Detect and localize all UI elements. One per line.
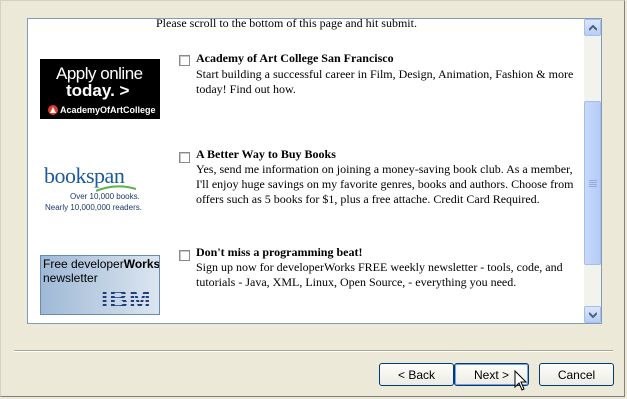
- offer-checkbox[interactable]: [179, 152, 190, 163]
- logo-text: today. >: [66, 81, 130, 100]
- developerworks-logo: Free developerWorks newsletter IBM: [40, 255, 160, 315]
- offer-description: Yes, send me information on joining a mo…: [196, 162, 574, 206]
- scroll-thumb[interactable]: [584, 101, 601, 265]
- logo-text: Free developer: [43, 257, 124, 271]
- cancel-button[interactable]: Cancel: [539, 363, 614, 386]
- logo-text: AcademyOfArtCollege: [60, 105, 156, 115]
- logo-text: newsletter: [43, 271, 98, 285]
- ibm-logo: IBM: [101, 284, 152, 314]
- offer-checkbox[interactable]: [179, 250, 190, 261]
- separator: [14, 350, 613, 352]
- offer-checkbox[interactable]: [179, 55, 190, 66]
- logo-text: Nearly 10,000,000 readers.: [45, 203, 142, 212]
- grip-icon: [589, 180, 597, 188]
- scroll-up-button[interactable]: [584, 19, 601, 36]
- academy-emblem-icon: [48, 105, 58, 115]
- offer-description: Start building a successful career in Fi…: [196, 67, 574, 96]
- back-button[interactable]: < Back: [379, 363, 454, 386]
- academy-of-art-logo: Apply online today. > AcademyOfArtColleg…: [40, 59, 160, 119]
- logo-text: Over 10,000 books.: [70, 192, 140, 201]
- chevron-up-icon: [589, 25, 597, 31]
- vertical-scrollbar[interactable]: [584, 19, 601, 323]
- bookspan-logo: bookspan Over 10,000 books. Nearly 10,00…: [40, 163, 160, 223]
- chevron-down-icon: [589, 312, 597, 318]
- offer-title: Academy of Art College San Francisco: [196, 51, 394, 65]
- offers-scroll-panel[interactable]: Please scroll to the bottom of this page…: [27, 18, 602, 324]
- mouse-cursor-icon: [514, 370, 528, 391]
- logo-text: Free developerWorks: [43, 257, 160, 271]
- offer-title: Don't miss a programming beat!: [196, 245, 363, 259]
- scroll-down-button[interactable]: [584, 306, 601, 323]
- offer-title: A Better Way to Buy Books: [196, 147, 336, 161]
- offer-description: Sign up now for developerWorks FREE week…: [196, 260, 563, 289]
- intro-text: Please scroll to the bottom of this page…: [156, 18, 417, 30]
- logo-text: Works: [123, 257, 160, 271]
